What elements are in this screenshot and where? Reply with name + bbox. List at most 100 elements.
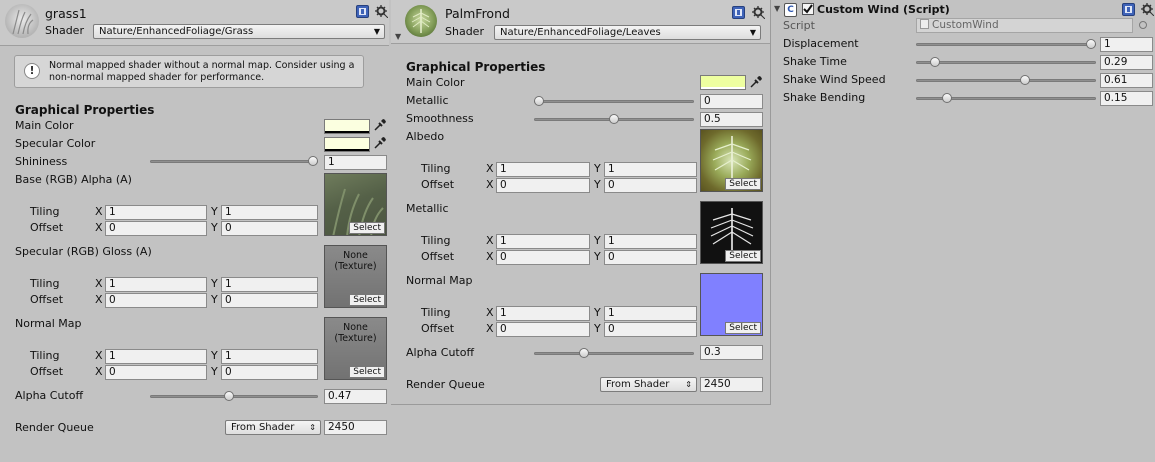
select-button[interactable]: Select bbox=[725, 250, 761, 262]
tiling-label: Tiling bbox=[30, 277, 60, 290]
help-book-icon[interactable] bbox=[732, 6, 745, 19]
base-tiling-y[interactable]: 1 bbox=[221, 205, 318, 220]
spec-offset-y[interactable]: 0 bbox=[221, 293, 318, 308]
palm-metallic-texture-slot[interactable]: Select bbox=[700, 201, 763, 264]
shake-time-slider[interactable] bbox=[916, 61, 1096, 64]
grass-spec-texture-slot[interactable]: None (Texture) Select bbox=[324, 245, 387, 308]
spec-offset-x[interactable]: 0 bbox=[105, 293, 207, 308]
texture-text: (Texture) bbox=[334, 261, 377, 272]
gear-icon[interactable] bbox=[1141, 3, 1155, 17]
metallic-offset-y[interactable]: 0 bbox=[604, 250, 697, 265]
grass-render-queue-dropdown[interactable]: From Shader ⇕ bbox=[225, 420, 321, 435]
normal-offset-y[interactable]: 0 bbox=[604, 322, 697, 337]
offset-label: Offset bbox=[30, 221, 64, 234]
select-button[interactable]: Select bbox=[349, 294, 385, 306]
normal-tiling-y[interactable]: 1 bbox=[221, 349, 318, 364]
grass-shininess-field[interactable]: 1 bbox=[324, 155, 387, 170]
palm-smoothness-knob[interactable] bbox=[609, 114, 619, 124]
spec-tiling-y[interactable]: 1 bbox=[221, 277, 318, 292]
grass-normal-texture-slot[interactable]: None (Texture) Select bbox=[324, 317, 387, 380]
normal-offset-x[interactable]: 0 bbox=[105, 365, 207, 380]
texture-text: (Texture) bbox=[334, 333, 377, 344]
component-enabled-checkbox[interactable] bbox=[802, 3, 814, 15]
normal-offset-y[interactable]: 0 bbox=[221, 365, 318, 380]
palm-main-color-swatch[interactable] bbox=[700, 75, 746, 90]
none-text: None bbox=[343, 250, 368, 261]
none-text: None bbox=[343, 322, 368, 333]
palm-smoothness-label: Smoothness bbox=[406, 112, 474, 125]
grass-shader-label: Shader bbox=[45, 24, 84, 37]
offset-label: Offset bbox=[30, 293, 64, 306]
offset-label: Offset bbox=[421, 178, 455, 191]
palm-alpha-cutoff-field[interactable]: 0.3 bbox=[700, 345, 763, 360]
palm-smoothness-field[interactable]: 0.5 bbox=[700, 112, 763, 127]
x-label: X bbox=[486, 306, 494, 319]
eyedropper-icon[interactable] bbox=[373, 118, 387, 132]
select-button[interactable]: Select bbox=[725, 322, 761, 334]
gear-icon[interactable] bbox=[752, 6, 766, 20]
select-button[interactable]: Select bbox=[349, 366, 385, 378]
x-label: X bbox=[95, 293, 103, 306]
grass-main-color-swatch[interactable] bbox=[324, 119, 370, 134]
metallic-tiling-x[interactable]: 1 bbox=[496, 234, 590, 249]
grass-normal-map-label: Normal Map bbox=[15, 317, 82, 330]
grass-shader-dropdown[interactable]: Nature/EnhancedFoliage/Grass ▼ bbox=[93, 24, 385, 39]
metallic-tiling-y[interactable]: 1 bbox=[604, 234, 697, 249]
grass-base-label: Base (RGB) Alpha (A) bbox=[15, 173, 132, 186]
palm-shader-dropdown[interactable]: Nature/EnhancedFoliage/Leaves ▼ bbox=[494, 25, 761, 40]
albedo-offset-x[interactable]: 0 bbox=[496, 178, 590, 193]
select-button[interactable]: Select bbox=[725, 178, 761, 190]
grass-shininess-slider[interactable] bbox=[150, 160, 318, 163]
help-book-icon[interactable] bbox=[356, 5, 369, 18]
palm-render-queue-field[interactable]: 2450 bbox=[700, 377, 763, 392]
eyedropper-icon[interactable] bbox=[373, 136, 387, 150]
spec-tiling-x[interactable]: 1 bbox=[105, 277, 207, 292]
shake-wind-speed-slider[interactable] bbox=[916, 79, 1096, 82]
grass-material-inspector: grass1 Shader Nature/EnhancedFoliage/Gra… bbox=[0, 0, 389, 462]
palm-normal-texture-slot[interactable]: Select bbox=[700, 273, 763, 336]
palm-albedo-texture-slot[interactable]: Select bbox=[700, 129, 763, 192]
foldout-arrow-icon[interactable]: ▼ bbox=[774, 4, 780, 13]
normal-tiling-x[interactable]: 1 bbox=[105, 349, 207, 364]
displacement-knob[interactable] bbox=[1086, 39, 1096, 49]
script-value: CustomWind bbox=[932, 19, 999, 31]
albedo-tiling-y[interactable]: 1 bbox=[604, 162, 697, 177]
displacement-slider[interactable] bbox=[916, 43, 1096, 46]
palm-alpha-cutoff-slider[interactable] bbox=[534, 352, 694, 355]
base-tiling-x[interactable]: 1 bbox=[105, 205, 207, 220]
palm-alpha-cutoff-knob[interactable] bbox=[579, 348, 589, 358]
select-button[interactable]: Select bbox=[349, 222, 385, 234]
displacement-field[interactable]: 1 bbox=[1100, 37, 1153, 52]
shake-bending-knob[interactable] bbox=[941, 93, 952, 103]
base-offset-x[interactable]: 0 bbox=[105, 221, 207, 236]
base-offset-y[interactable]: 0 bbox=[221, 221, 318, 236]
metallic-offset-x[interactable]: 0 bbox=[496, 250, 590, 265]
grass-specular-color-swatch[interactable] bbox=[324, 137, 370, 152]
palm-render-queue-dropdown[interactable]: From Shader ⇕ bbox=[600, 377, 697, 392]
eyedropper-icon[interactable] bbox=[749, 75, 763, 89]
grass-shininess-knob[interactable] bbox=[308, 156, 318, 166]
help-book-icon[interactable] bbox=[1122, 3, 1135, 16]
palm-metallic-slider[interactable] bbox=[534, 100, 694, 103]
x-label: X bbox=[486, 322, 494, 335]
palm-metallic-field[interactable]: 0 bbox=[700, 94, 763, 109]
normal-tiling-x[interactable]: 1 bbox=[496, 306, 590, 321]
normal-offset-x[interactable]: 0 bbox=[496, 322, 590, 337]
albedo-offset-y[interactable]: 0 bbox=[604, 178, 697, 193]
palm-metallic-knob[interactable] bbox=[534, 96, 544, 106]
shake-time-knob[interactable] bbox=[929, 57, 940, 67]
albedo-tiling-x[interactable]: 1 bbox=[496, 162, 590, 177]
grass-alpha-cutoff-knob[interactable] bbox=[224, 391, 235, 401]
grass-alpha-cutoff-field[interactable]: 0.47 bbox=[324, 389, 387, 404]
object-picker-icon[interactable] bbox=[1139, 21, 1147, 29]
grass-base-texture-slot[interactable]: Select bbox=[324, 173, 387, 236]
normal-tiling-y[interactable]: 1 bbox=[604, 306, 697, 321]
gear-icon[interactable] bbox=[375, 5, 389, 19]
foldout-arrow-icon[interactable]: ▼ bbox=[395, 32, 401, 41]
shake-time-field[interactable]: 0.29 bbox=[1100, 55, 1153, 70]
shake-bending-field[interactable]: 0.15 bbox=[1100, 91, 1153, 106]
grass-shader-value: Nature/EnhancedFoliage/Grass bbox=[99, 26, 254, 37]
shake-wind-speed-knob[interactable] bbox=[1019, 75, 1030, 85]
grass-render-queue-field[interactable]: 2450 bbox=[324, 420, 387, 435]
shake-wind-speed-field[interactable]: 0.61 bbox=[1100, 73, 1153, 88]
